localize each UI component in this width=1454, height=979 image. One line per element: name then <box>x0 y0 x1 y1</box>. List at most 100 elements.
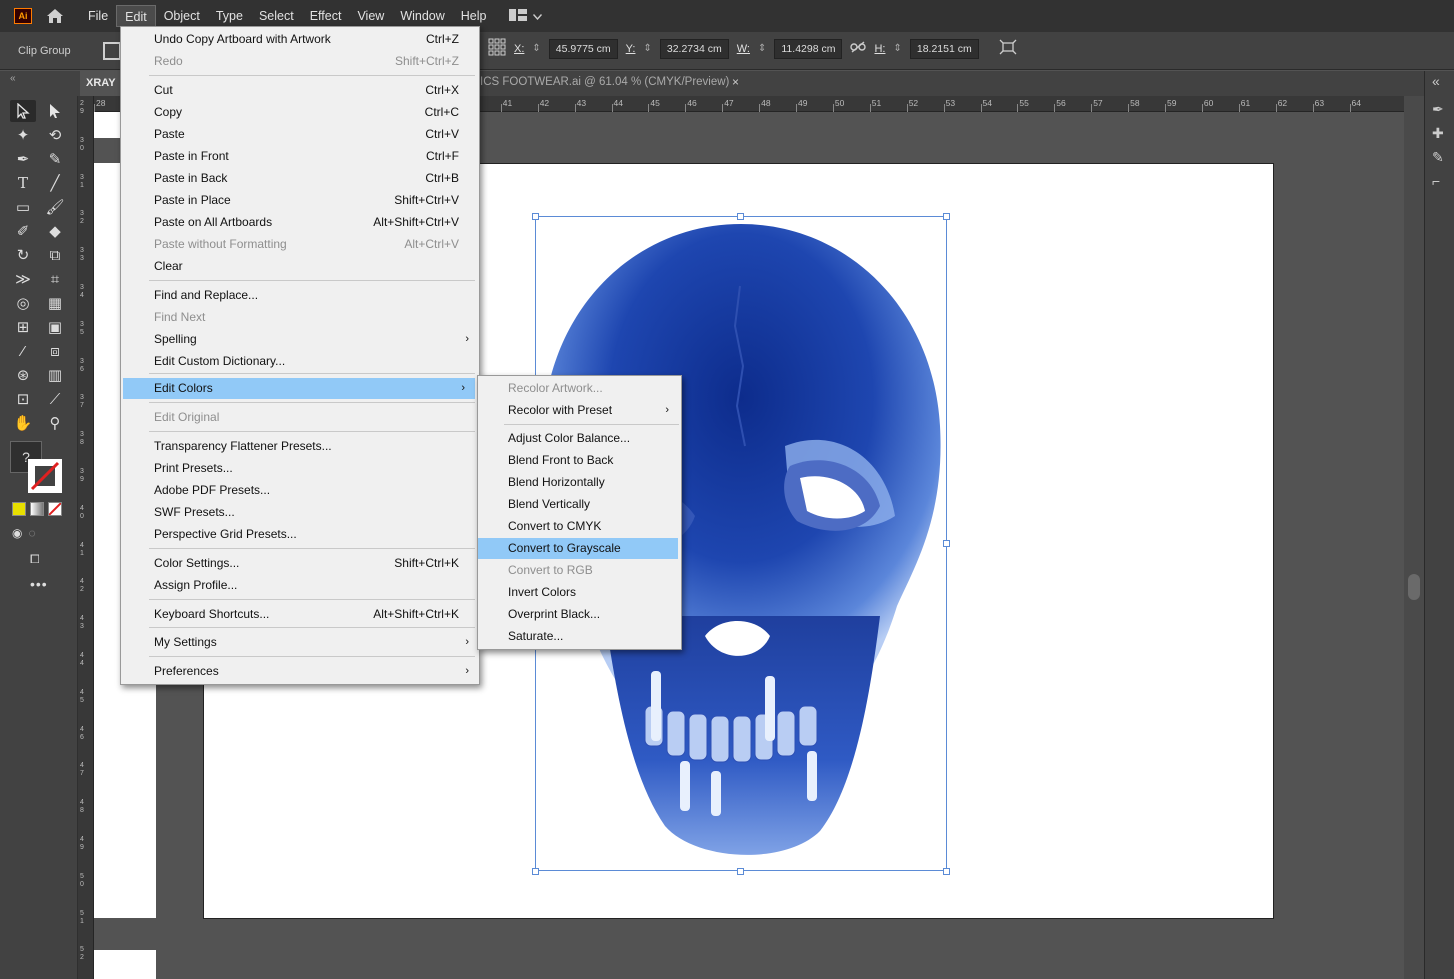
menu-object[interactable]: Object <box>156 5 208 27</box>
menu-type[interactable]: Type <box>208 5 251 27</box>
rectangle-tool-icon[interactable]: ▭ <box>10 196 36 218</box>
menu-item-cut[interactable]: Cut Ctrl+X <box>121 80 479 101</box>
menu-item-adobe-pdf-presets[interactable]: Adobe PDF Presets... <box>121 480 479 501</box>
x-field[interactable]: 45.9775 cm <box>548 38 618 59</box>
submenu-item-adjust-color-balance[interactable]: Adjust Color Balance... <box>478 428 681 449</box>
gradient-tool-icon[interactable]: ▣ <box>42 316 68 338</box>
menu-item-edit-custom-dictionary[interactable]: Edit Custom Dictionary... <box>121 351 479 372</box>
submenu-item-overprint-black[interactable]: Overprint Black... <box>478 604 681 625</box>
resize-handle-top-right[interactable] <box>943 213 950 220</box>
line-tool-icon[interactable]: ╱ <box>42 172 68 194</box>
menu-effect[interactable]: Effect <box>302 5 350 27</box>
pen-tool-icon[interactable]: ✒ <box>10 148 36 170</box>
submenu-item-blend-horizontally[interactable]: Blend Horizontally <box>478 472 681 493</box>
zoom-tool-icon[interactable]: ⚲ <box>42 412 68 434</box>
mesh-tool-icon[interactable]: ⊞ <box>10 316 36 338</box>
y-field[interactable]: 32.2734 cm <box>659 38 729 59</box>
submenu-item-recolor-with-preset[interactable]: Recolor with Preset › <box>478 400 681 421</box>
magic-wand-tool-icon[interactable]: ✦ <box>10 124 36 146</box>
curvature-tool-icon[interactable]: ✎ <box>42 148 68 170</box>
eyedropper-tool-icon[interactable]: ⁄ <box>10 340 36 362</box>
scrollbar-thumb[interactable] <box>1408 574 1420 600</box>
submenu-item-blend-front-to-back[interactable]: Blend Front to Back <box>478 450 681 471</box>
perspective-grid-tool-icon[interactable]: ▦ <box>42 292 68 314</box>
menu-window[interactable]: Window <box>392 5 452 27</box>
fill-stroke-widget[interactable]: ? <box>10 441 66 497</box>
menu-item-spelling[interactable]: Spelling › <box>121 329 479 350</box>
menu-item-preferences[interactable]: Preferences › <box>121 661 479 682</box>
selection-tool-icon[interactable] <box>10 100 36 122</box>
menu-item-edit-colors[interactable]: Edit Colors › <box>123 378 475 399</box>
menu-item-assign-profile[interactable]: Assign Profile... <box>121 575 479 596</box>
menu-select[interactable]: Select <box>251 5 302 27</box>
draw-behind-icon[interactable]: ◌ <box>28 526 35 540</box>
menu-item-paste[interactable]: Paste Ctrl+V <box>121 124 479 145</box>
resize-handle-bottom-left[interactable] <box>532 868 539 875</box>
eraser-tool-icon[interactable]: ◆ <box>42 220 68 242</box>
home-icon[interactable] <box>44 6 66 26</box>
stroke-swatch[interactable] <box>28 459 62 493</box>
shaper-tool-icon[interactable]: ✐ <box>10 220 36 242</box>
delete-anchor-icon[interactable]: ✎ <box>1432 149 1444 166</box>
add-anchor-icon[interactable]: ✚ <box>1432 125 1444 142</box>
menu-help[interactable]: Help <box>453 5 495 27</box>
submenu-item-invert-colors[interactable]: Invert Colors <box>478 582 681 603</box>
resize-handle-bottom-center[interactable] <box>737 868 744 875</box>
scale-tool-icon[interactable]: ⧉ <box>42 244 68 266</box>
menu-item-paste-on-all-artboards[interactable]: Paste on All Artboards Alt+Shift+Ctrl+V <box>121 212 479 233</box>
tab-xray[interactable]: XRAY <box>80 71 124 96</box>
anchor-point-icon[interactable]: ⌐ <box>1432 173 1440 189</box>
type-tool-icon[interactable]: T <box>10 172 36 194</box>
menu-item-copy[interactable]: Copy Ctrl+C <box>121 102 479 123</box>
hand-tool-icon[interactable]: ✋ <box>10 412 36 434</box>
menu-item-paste-in-front[interactable]: Paste in Front Ctrl+F <box>121 146 479 167</box>
paintbrush-tool-icon[interactable]: 🖌 <box>42 196 68 218</box>
slice-tool-icon[interactable]: ⟋ <box>42 388 68 410</box>
w-field[interactable]: 11.4298 cm <box>774 38 843 59</box>
submenu-item-saturate[interactable]: Saturate... <box>478 626 681 647</box>
menu-item-clear[interactable]: Clear <box>121 256 479 277</box>
workspace-switcher[interactable] <box>508 8 542 24</box>
rotate-tool-icon[interactable]: ↻ <box>10 244 36 266</box>
symbol-sprayer-tool-icon[interactable]: ⊛ <box>10 364 36 386</box>
collapse-toolbar-icon[interactable]: « <box>10 73 16 84</box>
free-transform-tool-icon[interactable]: ⌗ <box>42 268 68 290</box>
submenu-item-convert-to-cmyk[interactable]: Convert to CMYK <box>478 516 681 537</box>
close-tab-icon[interactable]: × <box>732 75 739 89</box>
shape-builder-tool-icon[interactable]: ◎ <box>10 292 36 314</box>
width-tool-icon[interactable]: ≫ <box>10 268 36 290</box>
x-stepper-icon[interactable]: ⇕ <box>532 43 540 54</box>
menu-item-perspective-grid-presets[interactable]: Perspective Grid Presets... <box>121 524 479 545</box>
direct-selection-tool-icon[interactable] <box>42 100 68 122</box>
h-stepper-icon[interactable]: ⇕ <box>893 43 901 54</box>
submenu-item-blend-vertically[interactable]: Blend Vertically <box>478 494 681 515</box>
resize-handle-top-center[interactable] <box>737 213 744 220</box>
menu-item-color-settings[interactable]: Color Settings... Shift+Ctrl+K <box>121 553 479 574</box>
lasso-tool-icon[interactable]: ⟲ <box>42 124 68 146</box>
screen-mode-icon[interactable]: ⧠ <box>30 552 40 567</box>
color-swatch[interactable] <box>12 502 26 516</box>
menu-item-find-and-replace[interactable]: Find and Replace... <box>121 285 479 306</box>
column-graph-tool-icon[interactable]: ▥ <box>42 364 68 386</box>
menu-item-transparency-flattener-presets[interactable]: Transparency Flattener Presets... <box>121 436 479 457</box>
menu-view[interactable]: View <box>349 5 392 27</box>
draw-normal-icon[interactable]: ◉ <box>12 526 22 540</box>
menu-file[interactable]: File <box>80 5 116 27</box>
resize-handle-bottom-right[interactable] <box>943 868 950 875</box>
none-swatch[interactable] <box>48 502 62 516</box>
menu-item-print-presets[interactable]: Print Presets... <box>121 458 479 479</box>
pen-panel-icon[interactable]: ✒ <box>1432 101 1444 118</box>
menu-item-my-settings[interactable]: My Settings › <box>121 632 479 653</box>
menu-item-undo-copy-artboard-with-artwork[interactable]: Undo Copy Artboard with Artwork Ctrl+Z <box>121 29 479 50</box>
expand-panels-icon[interactable]: « <box>1432 73 1440 89</box>
gradient-swatch[interactable] <box>30 502 44 516</box>
menu-edit[interactable]: Edit <box>116 5 156 27</box>
resize-handle-top-left[interactable] <box>532 213 539 220</box>
y-stepper-icon[interactable]: ⇕ <box>643 43 651 54</box>
reference-point-icon[interactable] <box>488 38 506 59</box>
blend-tool-icon[interactable]: ⧈ <box>42 340 68 362</box>
transform-icon[interactable] <box>999 39 1017 58</box>
menu-item-paste-in-place[interactable]: Paste in Place Shift+Ctrl+V <box>121 190 479 211</box>
link-proportions-icon[interactable] <box>850 41 867 56</box>
h-field[interactable]: 18.2151 cm <box>909 38 979 59</box>
